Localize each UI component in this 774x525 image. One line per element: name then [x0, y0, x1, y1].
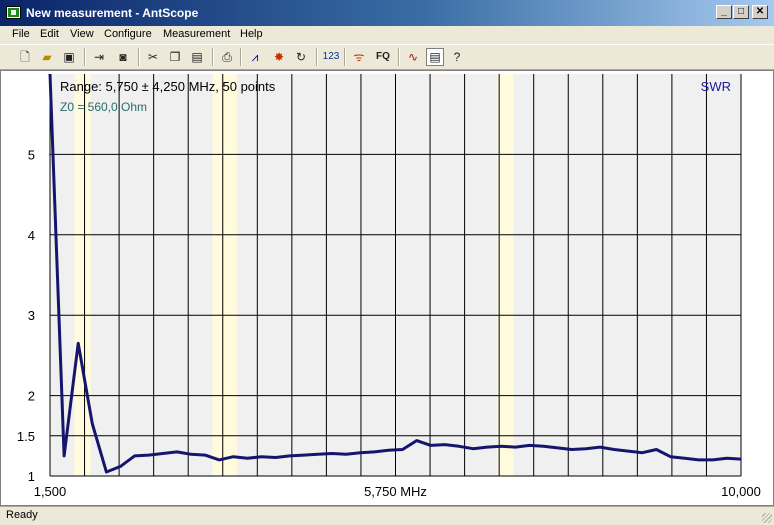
status-text: Ready	[6, 509, 38, 521]
menu-measurement[interactable]: Measurement	[163, 28, 230, 40]
x-tick-label: 10,000	[721, 484, 761, 499]
y-tick-label: 4	[28, 228, 35, 243]
graph-icon: ⩘	[251, 50, 259, 64]
help-button[interactable]: ?	[448, 48, 466, 66]
menu-view[interactable]: View	[70, 28, 94, 40]
toolbar-separator	[316, 48, 318, 66]
print-button[interactable]: ⎙	[218, 48, 236, 66]
x-tick-label: 1,500	[34, 484, 67, 499]
copy-button[interactable]: ❐	[166, 48, 184, 66]
new-file-icon: 🗋	[20, 50, 30, 64]
toolbar-separator	[138, 48, 140, 66]
x-tick-label: 5,750 MHz	[364, 484, 427, 499]
close-icon: ✕	[755, 6, 765, 17]
help-icon: ?	[453, 50, 461, 64]
maximize-icon: □	[737, 6, 745, 17]
open-folder-icon: ▰	[42, 50, 52, 64]
snapshot-button[interactable]: ◙	[114, 48, 132, 66]
new-button[interactable]: 🗋	[16, 48, 34, 66]
band-highlight	[212, 74, 237, 476]
table-button[interactable]: ▤	[426, 48, 444, 66]
save-icon: ▣	[63, 50, 75, 64]
waveform-button[interactable]: ∿	[404, 48, 422, 66]
camera-icon: ◙	[119, 50, 127, 64]
y-tick-label: 2	[28, 389, 35, 404]
close-button[interactable]: ✕	[752, 5, 768, 19]
resize-grip[interactable]	[762, 513, 772, 523]
antenna-button[interactable]: ᯤ	[350, 48, 368, 66]
frequency-button[interactable]: FQ	[374, 48, 392, 66]
refresh-icon: ↻	[295, 50, 307, 64]
minimize-icon: _	[721, 6, 727, 17]
copy-icon: ❐	[169, 50, 181, 64]
print-icon: ⎙	[222, 50, 232, 64]
graph-button[interactable]: ⩘	[246, 48, 264, 66]
title-bar[interactable]: New measurement - AntScope _ □ ✕	[0, 0, 774, 26]
cut-button[interactable]: ✂	[144, 48, 162, 66]
table-icon: ▤	[429, 50, 441, 64]
y-tick-label: 3	[28, 308, 35, 323]
menu-bar: File Edit View Configure Measurement Hel…	[0, 26, 774, 44]
numbers-icon: 123	[322, 51, 340, 62]
window-title: New measurement - AntScope	[26, 6, 199, 20]
toolbar: 🗋 ▰ ▣ ⇥ ◙ ✂ ❐ ▤ ⎙ ⩘ ✸ ↻ 123 ᯤ FQ ∿ ▤ ?	[0, 44, 774, 70]
paste-icon: ▤	[191, 50, 203, 64]
swr-chart[interactable]: 1 1.5 2 3 4 5 1,500 5,750 MHz 10,000 Range: 5,750…	[1, 71, 773, 505]
frequency-icon: FQ	[376, 51, 390, 62]
range-info: Range: 5,750 ± 4,250 MHz, 50 points	[60, 79, 276, 94]
toolbar-separator	[398, 48, 400, 66]
app-icon[interactable]	[6, 6, 21, 19]
y-tick-label: 1.5	[17, 429, 35, 444]
band-highlight	[74, 74, 91, 476]
y-tick-label: 1	[28, 469, 35, 484]
menu-configure[interactable]: Configure	[104, 28, 152, 40]
toolbar-separator	[344, 48, 346, 66]
export-icon: ⇥	[93, 50, 105, 64]
save-button[interactable]: ▣	[60, 48, 78, 66]
waveform-icon: ∿	[407, 50, 419, 64]
minimize-button[interactable]: _	[716, 5, 732, 19]
refresh-button[interactable]: ↻	[292, 48, 310, 66]
toolbar-separator	[84, 48, 86, 66]
export-button[interactable]: ⇥	[90, 48, 108, 66]
antenna-icon: ᯤ	[353, 50, 365, 64]
toolbar-separator	[212, 48, 214, 66]
open-button[interactable]: ▰	[38, 48, 56, 66]
menu-file[interactable]: File	[12, 28, 30, 40]
menu-help[interactable]: Help	[240, 28, 263, 40]
autoscale-button[interactable]: ✸	[270, 48, 288, 66]
status-bar: Ready	[0, 506, 774, 525]
numbers-button[interactable]: 123	[322, 48, 340, 66]
toolbar-separator	[240, 48, 242, 66]
star-burst-icon: ✸	[273, 50, 285, 64]
y-tick-label: 5	[28, 147, 35, 162]
series-label: SWR	[701, 79, 731, 94]
plot-area[interactable]: 1 1.5 2 3 4 5 1,500 5,750 MHz 10,000 Range: 5,750…	[0, 70, 774, 506]
paste-button[interactable]: ▤	[188, 48, 206, 66]
menu-edit[interactable]: Edit	[40, 28, 59, 40]
maximize-button[interactable]: □	[733, 5, 749, 19]
cut-icon: ✂	[147, 50, 159, 64]
impedance-info: Z0 = 560,0 Ohm	[60, 100, 147, 114]
